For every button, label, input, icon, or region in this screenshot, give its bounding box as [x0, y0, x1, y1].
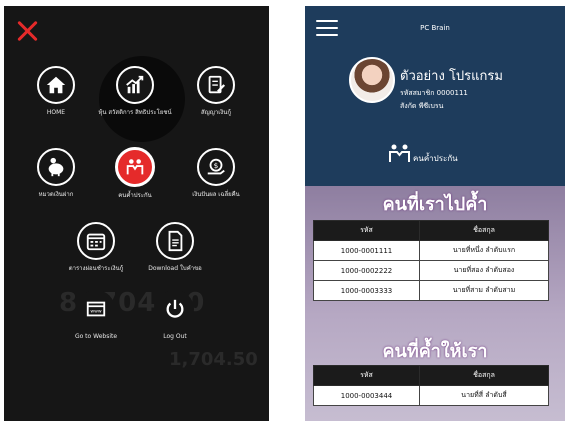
section-title-we-guarantee: คนที่เราไปค้ำ	[382, 194, 488, 215]
column-header: ชื่อสกุล	[419, 220, 549, 241]
column-header: รหัส	[313, 220, 420, 241]
stock-chart-icon	[116, 66, 154, 104]
menu-item-download-forms[interactable]: Download ใบคำขอ	[133, 222, 217, 273]
guarantor-label: คนค้ำประกัน	[413, 154, 458, 163]
menu-item-label: Download ใบคำขอ	[148, 265, 202, 272]
avatar	[349, 57, 395, 103]
calendar-icon	[77, 222, 115, 260]
member-id-cell: 1000-0001111	[313, 240, 420, 261]
guarantor-icon	[115, 147, 155, 187]
menu-item-go-to-website[interactable]: www Go to Website	[54, 290, 138, 341]
app-header: PC Brain ตัวอย่าง โปรแกรม รหัสสมาชิก 000…	[305, 6, 565, 186]
table-row[interactable]: 1000-0003444 นายที่สี่ ลำดับสี่	[313, 385, 549, 406]
table-row[interactable]: 1000-0003333 นายที่สาม ลำดับสาม	[313, 280, 549, 301]
menu-item-log-out[interactable]: Log Out	[133, 290, 217, 341]
menu-item-label: เงินปันผล เฉลี่ยคืน	[192, 191, 240, 198]
guarantor-icon	[389, 144, 410, 162]
table-row[interactable]: 1000-0002222 นายที่สอง ลำดับสอง	[313, 260, 549, 281]
we-guarantee-table: รหัส ชื่อสกุล 1000-0001111 นายที่หนึ่ง ล…	[313, 220, 549, 301]
member-name-cell: นายที่สอง ลำดับสอง	[419, 260, 549, 281]
menu-item-dividend[interactable]: $ เงินปันผล เฉลี่ยคืน	[174, 148, 258, 199]
menu-item-repayment-schedule[interactable]: ตารางผ่อนชำระเงินกู้	[54, 222, 138, 273]
menu-item-deposits[interactable]: หมวดเงินฝาก	[14, 148, 98, 199]
menu-overlay-screen: 8 ,704.50 1,704.50 HOME หุ้น สวัสดิการ ส…	[4, 6, 269, 421]
menu-item-label: สัญญาเงินกู้	[201, 109, 231, 116]
svg-text:$: $	[214, 161, 219, 170]
menu-item-label: HOME	[46, 109, 66, 116]
document-icon	[156, 222, 194, 260]
column-header: รหัส	[313, 365, 420, 386]
user-name: ตัวอย่าง โปรแกรม	[400, 69, 503, 84]
piggy-bank-icon	[37, 148, 75, 186]
home-icon	[37, 66, 75, 104]
menu-item-label: หมวดเงินฝาก	[38, 191, 74, 198]
menu-item-loan-contract[interactable]: สัญญาเงินกู้	[174, 66, 258, 117]
member-id: รหัสสมาชิก 0000111	[400, 89, 468, 97]
website-icon: www	[77, 290, 115, 328]
section-title-guarantees-us: คนที่ค้ำให้เรา	[382, 341, 488, 362]
member-id-cell: 1000-0002222	[313, 260, 420, 281]
guarantees-us-table: รหัส ชื่อสกุล 1000-0003444 นายที่สี่ ลำด…	[313, 365, 549, 406]
member-id-cell: 1000-0003333	[313, 280, 420, 301]
department: สังกัด พีซีเบรน	[400, 102, 444, 110]
svg-text:www: www	[90, 310, 101, 315]
menu-item-home[interactable]: HOME	[14, 66, 98, 117]
loan-contract-icon	[197, 66, 235, 104]
menu-item-label: Log Out	[163, 333, 187, 340]
menu-item-label: คนค้ำประกัน	[118, 192, 152, 199]
guarantor-screen: PC Brain ตัวอย่าง โปรแกรม รหัสสมาชิก 000…	[305, 6, 565, 421]
member-name-cell: นายที่สี่ ลำดับสี่	[419, 385, 549, 406]
app-title: PC Brain	[420, 24, 450, 32]
menu-item-guarantor[interactable]: คนค้ำประกัน	[93, 147, 177, 200]
menu-item-label: Go to Website	[74, 333, 118, 340]
member-name-cell: นายที่สาม ลำดับสาม	[419, 280, 549, 301]
background-amount-secondary: 1,704.50	[169, 349, 258, 370]
table-header-row: รหัส ชื่อสกุล	[313, 220, 549, 241]
power-icon	[156, 290, 194, 328]
screenshot-stage: 8 ,704.50 1,704.50 HOME หุ้น สวัสดิการ ส…	[0, 0, 565, 421]
dividend-icon: $	[197, 148, 235, 186]
close-menu-icon[interactable]	[16, 20, 38, 42]
column-header: ชื่อสกุล	[419, 365, 549, 386]
table-header-row: รหัส ชื่อสกุล	[313, 365, 549, 386]
menu-item-stock-welfare[interactable]: หุ้น สวัสดิการ สิทธิประโยชน์	[93, 66, 177, 117]
menu-item-label: หุ้น สวัสดิการ สิทธิประโยชน์	[98, 109, 172, 116]
table-row[interactable]: 1000-0001111 นายที่หนึ่ง ลำดับแรก	[313, 240, 549, 261]
member-id-cell: 1000-0003444	[313, 385, 420, 406]
member-name-cell: นายที่หนึ่ง ลำดับแรก	[419, 240, 549, 261]
menu-item-label: ตารางผ่อนชำระเงินกู้	[68, 265, 124, 272]
